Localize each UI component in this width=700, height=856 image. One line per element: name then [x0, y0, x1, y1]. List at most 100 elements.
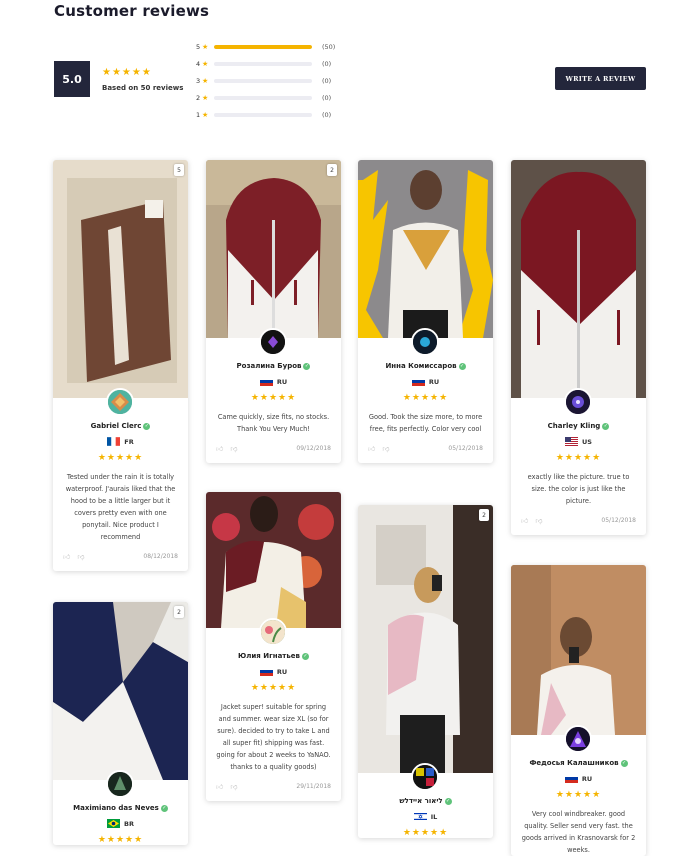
- rating-bar-fill: [214, 45, 312, 50]
- flag-us-icon: [565, 437, 579, 446]
- review-card: 2 ליאור איידלש ✓ IL ★★★★★: [358, 505, 493, 838]
- verified-check-icon: ✓: [303, 362, 311, 370]
- rating-row-count: (50): [322, 43, 336, 52]
- review-date: 05/12/2018: [448, 444, 483, 452]
- review-date: 29/11/2018: [296, 782, 331, 790]
- review-date: 05/12/2018: [601, 516, 636, 524]
- review-card: Федосья Калашников ✓ RU ★★★★★ Very cool w…: [511, 565, 646, 856]
- country-code: RU: [276, 667, 288, 676]
- star-icon: ★: [202, 43, 209, 52]
- review-card: Инна Комиссаров ✓ RU ★★★★★ Good. Took the…: [358, 160, 493, 463]
- rating-bar: [214, 112, 312, 117]
- photo-count-badge: 2: [479, 509, 489, 521]
- verified-check-icon: ✓: [458, 362, 466, 370]
- reviewer-name: Gabriel Clerc: [90, 422, 142, 430]
- review-date: 09/12/2018: [296, 444, 331, 452]
- rating-row-count: (0): [322, 93, 332, 102]
- average-stars: ★★★★★: [102, 66, 152, 78]
- thumbs-up-icon[interactable]: 👍︎: [216, 782, 223, 791]
- review-photo[interactable]: 5: [53, 160, 188, 398]
- page-title: Customer reviews: [54, 2, 210, 20]
- rating-row-5[interactable]: 5 ★ (50): [196, 39, 335, 56]
- reviewer-name: Charley Kling: [547, 422, 601, 430]
- review-stars: ★★★★★: [97, 835, 144, 845]
- review-photo[interactable]: 2: [53, 602, 188, 780]
- review-card: 2 Maximiano das Neves ✓ BR ★★★★★: [53, 602, 188, 845]
- review-photo[interactable]: [206, 492, 341, 628]
- flag-ru-icon: [259, 667, 273, 676]
- thumbs-down-icon[interactable]: 👎︎: [77, 552, 84, 561]
- avatar: [259, 328, 287, 356]
- average-rating: 5.0: [54, 61, 90, 97]
- rating-row-2[interactable]: 2 ★ (0): [196, 89, 335, 106]
- thumbs-down-icon[interactable]: 👎︎: [230, 782, 237, 791]
- star-icon: ★: [202, 93, 209, 102]
- thumbs-up-icon[interactable]: 👍︎: [368, 444, 375, 453]
- verified-check-icon: ✓: [620, 759, 628, 767]
- reviewer-name: Федосья Калашников: [529, 759, 619, 767]
- review-text: Good. Took the size more, to more free, …: [368, 413, 483, 433]
- rating-bar: [214, 95, 312, 100]
- review-stars: ★★★★★: [250, 393, 297, 403]
- rating-bar: [214, 62, 312, 67]
- review-text: Very cool windbreaker. good quality. Sel…: [521, 810, 636, 854]
- star-icon: ★: [202, 110, 209, 119]
- country-code: US: [582, 437, 592, 446]
- review-photo[interactable]: 2: [358, 505, 493, 773]
- star-icon: ★: [202, 60, 209, 69]
- avatar: [106, 770, 134, 798]
- thumbs-down-icon[interactable]: 👎︎: [535, 516, 542, 525]
- review-stars: ★★★★★: [402, 828, 449, 838]
- review-photo[interactable]: [511, 565, 646, 735]
- verified-check-icon: ✓: [444, 797, 452, 805]
- verified-check-icon: ✓: [301, 652, 309, 660]
- rating-row-count: (0): [322, 60, 332, 69]
- review-stars: ★★★★★: [97, 453, 144, 463]
- avatar: [106, 388, 134, 416]
- rating-row-count: (0): [322, 76, 332, 85]
- avatar: [411, 328, 439, 356]
- country-code: RU: [276, 377, 288, 386]
- flag-br-icon: [107, 819, 121, 828]
- thumbs-down-icon[interactable]: 👎︎: [230, 444, 237, 453]
- thumbs-down-icon[interactable]: 👎︎: [382, 444, 389, 453]
- reviewer-name: ליאור איידלש: [399, 797, 443, 805]
- thumbs-up-icon[interactable]: 👍︎: [216, 444, 223, 453]
- reviewer-name: Инна Комиссаров: [385, 362, 457, 370]
- rating-row-3[interactable]: 3 ★ (0): [196, 73, 335, 90]
- review-text: Jacket super! suitable for spring and su…: [216, 703, 331, 771]
- review-photo[interactable]: [511, 160, 646, 398]
- country-code: RU: [428, 377, 440, 386]
- photo-count-badge: 5: [174, 164, 184, 176]
- based-on-text: Based on 50 reviews: [102, 83, 184, 92]
- flag-ru-icon: [259, 377, 273, 386]
- rating-row-1[interactable]: 1 ★ (0): [196, 106, 335, 123]
- verified-check-icon: ✓: [602, 422, 610, 430]
- review-stars: ★★★★★: [402, 393, 449, 403]
- review-text: Came quickly, size fits, no stocks. Than…: [217, 413, 330, 433]
- review-date: 08/12/2018: [143, 552, 178, 560]
- star-icon: ★: [202, 76, 209, 85]
- review-card: Charley Kling ✓ US ★★★★★ exactly like the…: [511, 160, 646, 535]
- avatar: [564, 725, 592, 753]
- country-code: RU: [581, 774, 593, 783]
- review-photo[interactable]: 2: [206, 160, 341, 338]
- avatar: [259, 618, 287, 646]
- country-code: IL: [430, 812, 438, 821]
- rating-bar: [214, 45, 312, 50]
- reviewer-name: Розалина Буров: [236, 362, 302, 370]
- thumbs-up-icon[interactable]: 👍︎: [63, 552, 70, 561]
- review-card: 2 Розалина Буров ✓ RU ★★★★★ Came quickly,…: [206, 160, 341, 463]
- thumbs-up-icon[interactable]: 👍︎: [521, 516, 528, 525]
- verified-check-icon: ✓: [143, 422, 151, 430]
- flag-ru-icon: [411, 377, 425, 386]
- review-stars: ★★★★★: [555, 790, 602, 800]
- write-review-button[interactable]: WRITE A REVIEW: [555, 67, 646, 90]
- verified-check-icon: ✓: [160, 804, 168, 812]
- review-photo[interactable]: [358, 160, 493, 338]
- review-text: exactly like the picture. true to size. …: [527, 473, 630, 505]
- rating-row-4[interactable]: 4 ★ (0): [196, 56, 335, 73]
- flag-il-icon: [413, 812, 427, 821]
- photo-count-badge: 2: [174, 606, 184, 618]
- rating-bar: [214, 78, 312, 83]
